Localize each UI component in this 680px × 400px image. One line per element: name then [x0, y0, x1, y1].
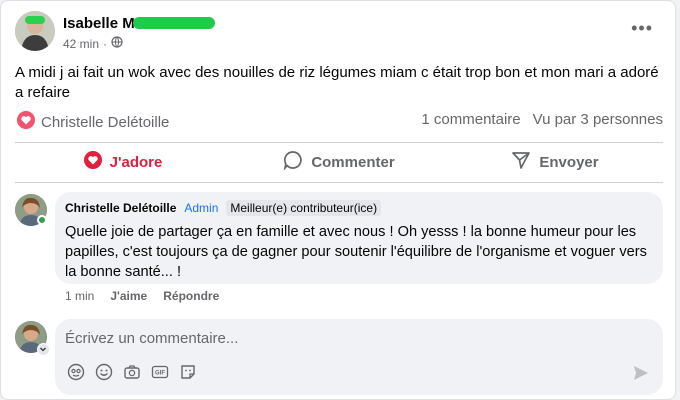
- comments-count[interactable]: 1 commentaire: [421, 111, 520, 133]
- reply-button[interactable]: Répondre: [163, 289, 219, 303]
- author-avatar[interactable]: [15, 11, 55, 51]
- avatar-sticker-icon[interactable]: [67, 363, 85, 381]
- reactions-right: 1 commentaire Vu par 3 personnes: [421, 111, 663, 133]
- speech-bubble-icon: [283, 150, 303, 174]
- contributor-badge: Meilleur(e) contributeur(ice): [226, 200, 382, 216]
- reactor-name[interactable]: Christelle Delétoille: [41, 114, 169, 131]
- comment-text: Quelle joie de partager ça en famille et…: [65, 224, 647, 280]
- comment-author[interactable]: Christelle Delétoille: [65, 201, 176, 215]
- divider-bottom: [15, 182, 663, 183]
- svg-text:GIF: GIF: [155, 371, 165, 377]
- heart-icon: [83, 151, 102, 173]
- online-status-dot: [37, 215, 47, 225]
- comment-button[interactable]: Commenter: [231, 147, 447, 177]
- more-dots-icon[interactable]: •••: [631, 19, 653, 37]
- chevron-down-icon[interactable]: [37, 343, 50, 356]
- composer-tools: GIF: [67, 363, 197, 381]
- comment-bubble: Christelle Delétoille Admin Meilleur(e) …: [55, 192, 663, 284]
- heart-icon: [17, 111, 35, 133]
- post-header: [15, 11, 55, 51]
- love-label: J'adore: [109, 153, 163, 171]
- love-button[interactable]: J'adore: [15, 147, 231, 177]
- emoji-icon[interactable]: [95, 363, 113, 381]
- reactions-summary: Christelle Delétoille 1 commentaire Vu p…: [17, 111, 663, 133]
- post-card: Isabelle M 42 min · ••• A midi j ai fait…: [0, 0, 676, 400]
- send-button[interactable]: Envoyer: [447, 147, 663, 177]
- comment-input[interactable]: Écrivez un commentaire...: [65, 330, 238, 347]
- sticker-icon[interactable]: [179, 363, 197, 381]
- globe-icon: [111, 36, 123, 51]
- comment-label: Commenter: [311, 153, 395, 171]
- send-label: Envoyer: [539, 153, 599, 171]
- comment-time[interactable]: 1 min: [65, 289, 94, 303]
- camera-icon[interactable]: [123, 363, 141, 381]
- author-name-text[interactable]: Isabelle M: [63, 15, 135, 32]
- paper-plane-icon: [511, 150, 531, 174]
- like-comment-button[interactable]: J'aime: [110, 289, 147, 303]
- post-text: A midi j ai fait un wok avec des nouille…: [15, 64, 659, 101]
- gif-icon[interactable]: GIF: [151, 363, 169, 381]
- post-meta: 42 min ·: [63, 36, 123, 51]
- seen-by[interactable]: Vu par 3 personnes: [533, 111, 663, 133]
- comment-meta: 1 min J'aime Répondre: [65, 289, 219, 303]
- action-bar: J'adore Commenter Envoyer: [15, 147, 663, 177]
- send-comment-icon[interactable]: [633, 365, 649, 386]
- author-name[interactable]: Isabelle M: [63, 15, 215, 32]
- admin-label: Admin: [184, 201, 219, 215]
- comment-composer[interactable]: Écrivez un commentaire... GIF: [55, 319, 663, 395]
- divider-top: [15, 142, 663, 143]
- reactions-left[interactable]: Christelle Delétoille: [17, 111, 169, 133]
- post-time[interactable]: 42 min: [63, 37, 99, 51]
- redaction-mark: [132, 17, 215, 29]
